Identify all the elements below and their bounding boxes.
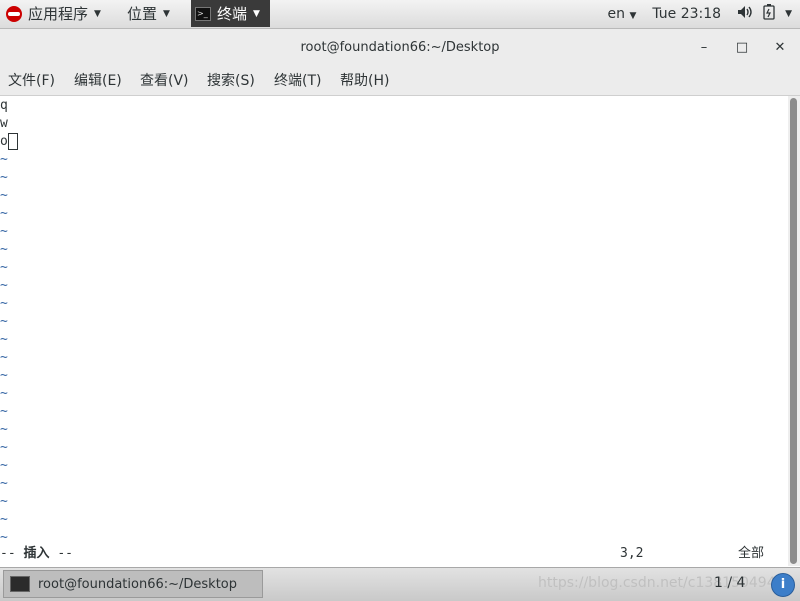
taskbar: root@foundation66:~/Desktop https://blog… [0, 567, 800, 601]
applications-menu[interactable]: 应用程序 ▼ [6, 0, 101, 28]
menu-view[interactable]: 查看(V) [140, 67, 189, 95]
tilde-line: ~ [0, 368, 8, 383]
scrollbar[interactable] [788, 96, 800, 566]
mode-suffix: -- [49, 546, 73, 561]
tilde-line: ~ [0, 386, 8, 401]
chevron-down-icon: ▼ [253, 8, 260, 19]
terminal-app-menu[interactable]: >_ 终端 ▼ [191, 0, 270, 27]
tilde-line: ~ [0, 404, 8, 419]
menu-file[interactable]: 文件(F) [8, 67, 55, 95]
menu-search[interactable]: 搜索(S) [207, 67, 255, 95]
chevron-down-icon: ▼ [163, 9, 170, 19]
system-tray: en ▼ Tue 23:18 ▼ [607, 0, 792, 28]
menu-bar: 文件(F) 编辑(E) 查看(V) 搜索(S) 终端(T) 帮助(H) [0, 67, 800, 96]
text-line-3-content: o [0, 134, 8, 149]
tilde-line: ~ [0, 152, 8, 167]
text-line-2: w [0, 116, 8, 131]
vim-status-line: -- 插入 -- 3,2 全部 [0, 545, 788, 563]
places-menu[interactable]: 位置 ▼ [127, 0, 170, 28]
tilde-line: ~ [0, 332, 8, 347]
close-button[interactable]: ✕ [770, 38, 790, 58]
mode-prefix: -- [0, 546, 24, 561]
window-titlebar: root@foundation66:~/Desktop – □ ✕ [0, 29, 800, 68]
text-cursor [7, 133, 18, 150]
info-icon[interactable]: i [771, 573, 795, 597]
applications-label: 应用程序 [28, 5, 89, 23]
clock[interactable]: Tue 23:18 [652, 6, 721, 22]
text-line-3: o [0, 133, 18, 151]
tilde-line: ~ [0, 260, 8, 275]
scrollbar-thumb[interactable] [790, 98, 797, 564]
terminal-icon: >_ [195, 6, 211, 21]
language-indicator[interactable]: en ▼ [607, 6, 636, 22]
minimize-button[interactable]: – [694, 38, 714, 58]
volume-icon[interactable] [737, 5, 753, 23]
top-bar: 应用程序 ▼ 位置 ▼ >_ 终端 ▼ en ▼ Tue 23:18 ▼ [0, 0, 800, 29]
chevron-down-icon: ▼ [94, 9, 101, 19]
terminal-icon [10, 576, 30, 592]
cursor-position: 3,2 [620, 546, 644, 561]
text-line-1: q [0, 98, 8, 113]
tilde-line: ~ [0, 224, 8, 239]
menu-help[interactable]: 帮助(H) [340, 67, 389, 95]
places-label: 位置 [127, 5, 158, 23]
tilde-line: ~ [0, 440, 8, 455]
menu-terminal[interactable]: 终端(T) [274, 67, 321, 95]
window-title: root@foundation66:~/Desktop [300, 40, 500, 55]
tilde-line: ~ [0, 458, 8, 473]
mode-indicator: 插入 [23, 546, 50, 561]
chevron-down-icon: ▼ [629, 11, 637, 21]
menu-edit[interactable]: 编辑(E) [74, 67, 122, 95]
terminal-area[interactable]: q w o ~ ~ ~ ~ ~ ~ ~ ~ ~ ~ ~ ~ ~ ~ ~ ~ ~ ~ ~ ~ ~ ~ -- 插入 -- 3,2… [0, 96, 788, 566]
taskbar-window-title: root@foundation66:~/Desktop [38, 576, 237, 592]
file-scope: 全部 [738, 546, 765, 561]
redhat-logo-icon [6, 6, 22, 22]
terminal-app-label: 终端 [217, 4, 248, 23]
taskbar-window-item[interactable]: root@foundation66:~/Desktop [3, 570, 263, 598]
tilde-line: ~ [0, 206, 8, 221]
tilde-line: ~ [0, 494, 8, 509]
tilde-line: ~ [0, 512, 8, 527]
tilde-line: ~ [0, 188, 8, 203]
maximize-button[interactable]: □ [732, 38, 752, 58]
tilde-line: ~ [0, 242, 8, 257]
tilde-line: ~ [0, 278, 8, 293]
watermark-text: https://blog.csdn.net/c1381504944 [538, 575, 785, 591]
battery-icon[interactable] [763, 4, 775, 24]
tilde-line: ~ [0, 422, 8, 437]
workspace-pager[interactable]: 1 / 4 [714, 575, 745, 591]
tilde-line: ~ [0, 170, 8, 185]
chevron-down-icon[interactable]: ▼ [785, 9, 792, 19]
tilde-line: ~ [0, 476, 8, 491]
tilde-line: ~ [0, 314, 8, 329]
tilde-line: ~ [0, 350, 8, 365]
tilde-line: ~ [0, 296, 8, 311]
